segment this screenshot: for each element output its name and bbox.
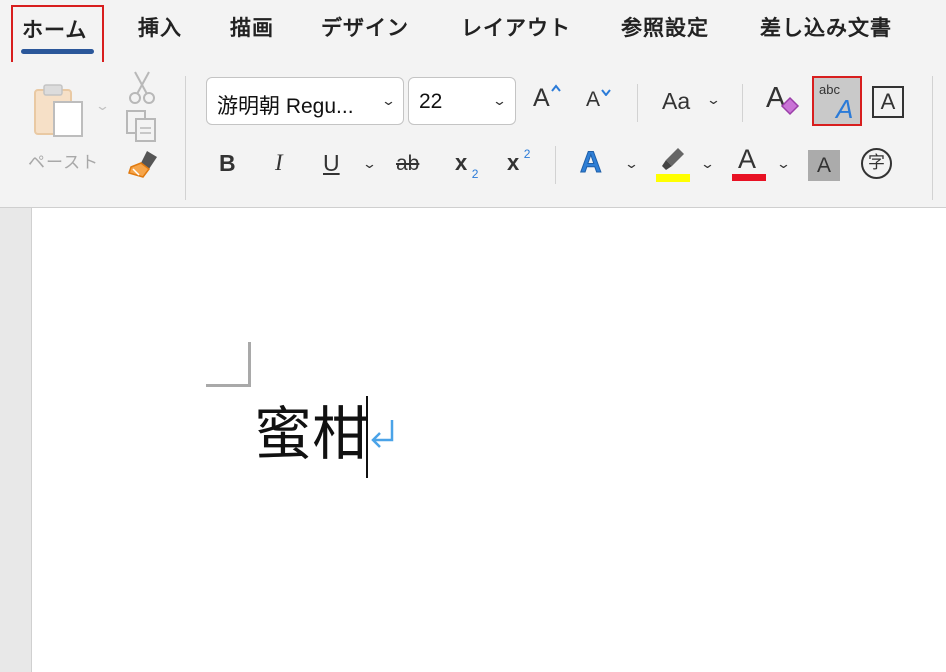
case-divider [742, 84, 743, 122]
clipboard-group-divider [185, 76, 186, 200]
change-case-button[interactable]: Aa [662, 88, 690, 115]
caret-up-icon [551, 84, 561, 92]
phonetic-a-glyph: A [836, 94, 854, 124]
format-divider [555, 146, 556, 184]
underline-button[interactable]: U [323, 150, 340, 177]
strikethrough-button[interactable]: ab [396, 152, 419, 176]
superscript-button[interactable]: x 2 [507, 147, 531, 176]
text-effects-chevron-icon[interactable]: ⌄ [624, 157, 639, 172]
document-page[interactable] [32, 208, 946, 672]
highlight-chevron-icon[interactable]: ⌄ [700, 157, 715, 172]
tab-mailings[interactable]: 差し込み文書 [760, 12, 892, 42]
shrink-font-glyph: A [586, 88, 601, 111]
eraser-icon [780, 96, 800, 116]
character-shading-glyph: A [816, 154, 831, 177]
shrink-font-button[interactable]: A [586, 88, 616, 118]
enclose-characters-button[interactable]: 字 [861, 148, 892, 179]
paste-label: ペースト [28, 153, 100, 173]
highlight-color-button[interactable] [656, 146, 690, 182]
font-color-chevron-icon[interactable]: ⌄ [776, 157, 791, 172]
tab-home[interactable]: ホーム [22, 14, 87, 44]
tab-design[interactable]: デザイン [321, 12, 409, 42]
character-border-button[interactable]: A [872, 86, 904, 118]
subscript-base-glyph: x [455, 150, 468, 175]
font-group-divider [932, 76, 933, 200]
paragraph-return-icon [371, 420, 394, 448]
paste-options-chevron-icon[interactable]: ⌄ [95, 99, 110, 114]
superscript-mark-glyph: 2 [523, 147, 531, 161]
font-size-chevron-icon: ⌄ [491, 93, 508, 108]
format-painter-icon[interactable] [125, 147, 161, 181]
tab-insert[interactable]: 挿入 [138, 12, 182, 42]
bold-button[interactable]: B [219, 150, 236, 177]
document-text[interactable]: 蜜柑 [254, 394, 370, 474]
change-case-glyph: Aa [662, 88, 691, 114]
home-ribbon: ⌄ ペースト 游明朝 Regu... ⌄ 22 ⌄ A A Aa ⌄ A abc… [0, 62, 946, 208]
clear-formatting-button[interactable]: A [766, 82, 802, 118]
font-color-glyph: A [738, 144, 757, 174]
font-name-select[interactable]: 游明朝 Regu... ⌄ [206, 77, 404, 125]
subscript-mark-glyph: 2 [471, 167, 479, 181]
tab-layout[interactable]: レイアウト [461, 12, 571, 42]
cut-icon[interactable] [127, 70, 157, 106]
character-shading-button[interactable]: A [808, 150, 840, 181]
ribbon-tab-bar: ホーム 挿入 描画 デザイン レイアウト 参照設定 差し込み文書 [0, 0, 946, 62]
font-size-select[interactable]: 22 ⌄ [408, 77, 516, 125]
grow-font-glyph: A [533, 84, 550, 112]
font-color-button[interactable]: A [732, 144, 766, 182]
italic-button[interactable]: I [275, 150, 283, 176]
tab-draw[interactable]: 描画 [230, 12, 274, 42]
copy-icon[interactable] [125, 109, 159, 143]
enclose-characters-glyph: 字 [868, 153, 885, 173]
grow-font-button[interactable]: A [533, 84, 563, 118]
caret-down-icon [601, 89, 611, 96]
underline-chevron-icon[interactable]: ⌄ [362, 157, 377, 172]
font-name-chevron-icon: ⌄ [380, 93, 397, 108]
active-tab-indicator [21, 49, 94, 54]
subscript-button[interactable]: x 2 [455, 150, 478, 181]
font-size-value: 22 [419, 90, 443, 113]
paste-icon[interactable] [32, 82, 92, 140]
phonetic-guide-button[interactable]: abc A [812, 76, 862, 126]
font-name-value: 游明朝 Regu... [217, 95, 354, 118]
font-color-swatch [732, 174, 766, 181]
font-size-divider [637, 84, 638, 122]
highlighter-icon [662, 148, 684, 170]
crop-mark-horizontal [206, 384, 251, 387]
text-effects-button[interactable]: A [580, 146, 603, 180]
document-margin-gutter [0, 208, 32, 672]
character-border-glyph: A [880, 89, 896, 114]
change-case-chevron-icon[interactable]: ⌄ [706, 93, 721, 108]
tab-references[interactable]: 参照設定 [621, 12, 709, 42]
superscript-base-glyph: x [507, 150, 520, 175]
highlight-color-swatch [656, 174, 690, 182]
crop-mark-vertical [248, 342, 251, 387]
